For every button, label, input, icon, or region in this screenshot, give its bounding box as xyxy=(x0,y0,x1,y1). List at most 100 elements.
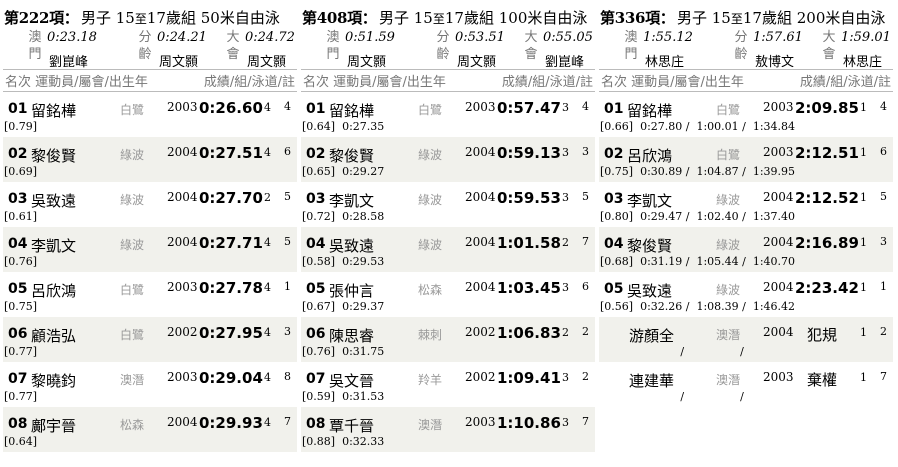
athlete-name: 張仲言 xyxy=(329,282,375,300)
athlete-name: 覃千晉 xyxy=(329,417,375,435)
athlete-name: 李凱文 xyxy=(627,192,673,210)
lane-number: 3 xyxy=(582,145,589,158)
header-right: 成績/組/泳道/註 xyxy=(203,75,295,90)
rank: 07 xyxy=(306,371,326,387)
results-page: 第222項： 男子 15至17歲組 50米自由泳 澳門 0:23.18 劉崑峰 分齡 0:2… xyxy=(0,0,898,452)
rank: 03 xyxy=(604,191,624,207)
lane-number: 1 xyxy=(880,280,887,293)
athlete-name: 吳致遠 xyxy=(31,192,77,210)
lane-number: 2 xyxy=(880,325,887,338)
record-holder: 劉崑峰 xyxy=(545,55,585,70)
club-name: 白鷺 xyxy=(716,103,741,117)
result-time: 犯規 xyxy=(807,326,838,344)
birth-year: 2004 xyxy=(465,190,496,204)
record-label: 澳門 xyxy=(326,30,340,62)
club-name: 綠波 xyxy=(716,193,741,207)
event-column: 第222項： 男子 15至17歲組 50米自由泳 澳門 0:23.18 劉崑峰 分齡 0:2… xyxy=(3,3,297,452)
rank: 04 xyxy=(8,236,28,252)
heat-number: 2 xyxy=(264,191,271,204)
event-title: 男子 15至17歲組 200米自由泳 xyxy=(677,9,886,27)
record-time: 0:24.72 xyxy=(245,30,295,45)
heat-number: 3 xyxy=(562,191,569,204)
heat-number: 1 xyxy=(860,236,867,249)
club-name: 白鷺 xyxy=(418,103,443,117)
athlete-name: 陳思睿 xyxy=(329,327,375,345)
result-time: 0:27.51 xyxy=(199,144,263,162)
result-time: 0:29.93 xyxy=(199,414,263,432)
club-name: 綠波 xyxy=(120,238,145,252)
record-time: 0:24.21 xyxy=(157,30,207,45)
athlete-name: 連建華 xyxy=(629,372,675,390)
record-block: 分齡 0:53.51 周文顥 xyxy=(435,29,525,70)
heat-number: 1 xyxy=(860,191,867,204)
result-time: 0:27.78 xyxy=(199,279,263,297)
reaction-splits: [0.67] 0:29.37 xyxy=(302,300,385,313)
result-row: 連建華 澳潛 2003 棄權 1 7 / / xyxy=(599,362,893,407)
record-label: 分齡 xyxy=(436,30,450,62)
lane-number: 5 xyxy=(284,190,291,203)
record-label: 大會 xyxy=(822,30,836,62)
heat-number: 4 xyxy=(264,146,271,159)
event-number: 第408項： xyxy=(302,9,377,27)
result-row: 04 黎俊賢 綠波 2004 2:16.89 1 3 [0.68] 0:31.19 / 1:0… xyxy=(599,227,893,272)
rank: 02 xyxy=(604,146,624,162)
lane-number: 7 xyxy=(880,370,887,383)
lane-number: 5 xyxy=(284,235,291,248)
athlete-name: 吳致遠 xyxy=(627,282,673,300)
athlete-name: 吳致遠 xyxy=(329,237,375,255)
birth-year: 2003 xyxy=(465,415,496,429)
reaction-splits: [0.64] xyxy=(4,435,38,448)
birth-year: 2003 xyxy=(763,370,794,384)
birth-year: 2003 xyxy=(167,100,198,114)
record-label: 大會 xyxy=(524,30,538,62)
club-name: 綠波 xyxy=(418,148,443,162)
result-row: 03 李凱文 綠波 2004 0:59.53 3 5 [0.72] 0:28.58 xyxy=(301,182,595,227)
athlete-name: 黎曉鈞 xyxy=(31,372,77,390)
athlete-name: 留銘樺 xyxy=(627,102,673,120)
heat-number: 2 xyxy=(562,326,569,339)
result-row: 01 留銘樺 白鷺 2003 0:57.47 3 4 [0.64] 0:27.35 xyxy=(301,92,595,137)
result-row: 06 陳思睿 棘刺 2002 1:06.83 2 2 [0.76] 0:31.75 xyxy=(301,317,595,362)
result-row: 07 黎曉鈞 澳潛 2003 0:29.04 4 8 [0.77] xyxy=(3,362,297,407)
result-row: 02 黎俊賢 綠波 2004 0:27.51 4 6 [0.69] xyxy=(3,137,297,182)
heat-number: 4 xyxy=(264,101,271,114)
lane-number: 3 xyxy=(880,235,887,248)
rank: 01 xyxy=(8,101,28,117)
header-right: 成績/組/泳道/註 xyxy=(799,75,891,90)
event-header: 第408項： 男子 15至17歲組 100米自由泳 澳門 0:51.59 周文顥 分齡 0:… xyxy=(301,3,595,70)
birth-year: 2004 xyxy=(465,235,496,249)
heat-number: 3 xyxy=(562,371,569,384)
record-label: 大會 xyxy=(226,30,240,62)
result-time: 0:27.70 xyxy=(199,189,263,207)
record-holder: 周文顥 xyxy=(247,55,287,70)
birth-year: 2002 xyxy=(465,370,496,384)
record-time: 0:55.05 xyxy=(543,30,593,45)
club-name: 白鷺 xyxy=(120,283,145,297)
birth-year: 2004 xyxy=(167,415,198,429)
reaction-splits: [0.77] xyxy=(4,390,38,403)
result-time: 2:12.51 xyxy=(795,144,859,162)
heat-number: 4 xyxy=(264,326,271,339)
rank: 07 xyxy=(8,371,28,387)
result-time: 1:10.86 xyxy=(497,414,561,432)
result-row: 07 吳文晉 羚羊 2002 1:09.41 3 2 [0.59] 0:31.53 xyxy=(301,362,595,407)
reaction-splits: [0.69] xyxy=(4,165,38,178)
result-time: 1:03.45 xyxy=(497,279,561,297)
reaction-splits: [0.75] 0:30.89 / 1:04.87 / 1:39.95 xyxy=(600,165,796,178)
birth-year: 2003 xyxy=(167,370,198,384)
event-header: 第222項： 男子 15至17歲組 50米自由泳 澳門 0:23.18 劉崑峰 分齡 0:2… xyxy=(3,3,297,70)
column-headers: 名次 運動員/屬會/出生年 成績/組/泳道/註 xyxy=(3,70,297,92)
athlete-name: 鄺宇晉 xyxy=(31,417,77,435)
heat-number: 1 xyxy=(860,146,867,159)
record-label: 分齡 xyxy=(734,30,748,62)
reaction-splits: [0.66] 0:27.80 / 1:00.01 / 1:34.84 xyxy=(600,120,796,133)
lane-number: 6 xyxy=(582,280,589,293)
athlete-name: 顧浩弘 xyxy=(31,327,77,345)
result-time: 1:06.83 xyxy=(497,324,561,342)
club-name: 羚羊 xyxy=(418,373,443,387)
rank: 01 xyxy=(306,101,326,117)
rank: 05 xyxy=(306,281,326,297)
record-time: 1:57.61 xyxy=(753,30,803,45)
result-time: 0:26.60 xyxy=(199,99,263,117)
result-row: 01 留銘樺 白鷺 2003 2:09.85 1 4 [0.66] 0:27.80 / 1:0… xyxy=(599,92,893,137)
